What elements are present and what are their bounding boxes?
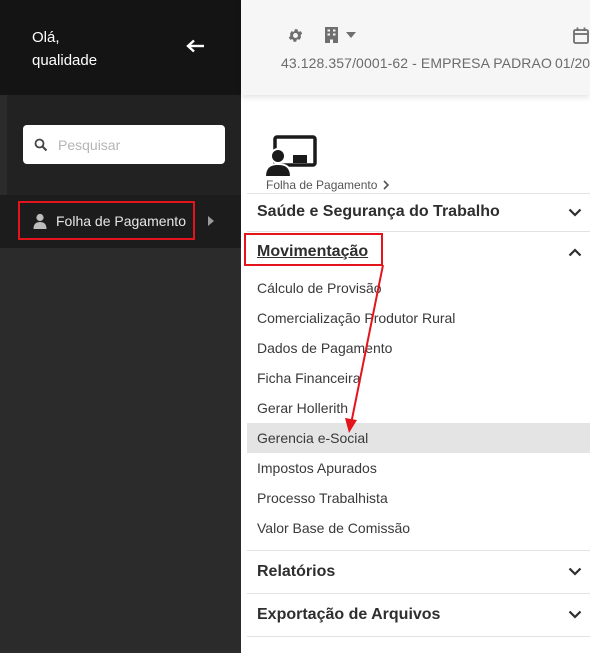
chevron-up-icon: [568, 247, 582, 256]
calendar-icon: [573, 27, 589, 44]
calendar-button[interactable]: [573, 27, 589, 49]
sidebar-item-label: Folha de Pagamento: [56, 212, 186, 229]
top-header: 43.128.357/0001-62 - EMPRESA PADRAO 01/2…: [241, 0, 590, 95]
section-relatorios[interactable]: Relatórios: [247, 553, 590, 590]
module-menu: Saúde e Segurança do Trabalho Movimentaç…: [244, 193, 590, 653]
chevron-down-icon: [568, 208, 582, 217]
submenu-item-comercializacao[interactable]: Comercialização Produtor Rural: [247, 303, 590, 333]
chevron-down-icon: [568, 567, 582, 576]
sidebar-edge: [0, 95, 7, 653]
sidebar-search-box[interactable]: [23, 125, 225, 164]
breadcrumb-item[interactable]: Folha de Pagamento: [266, 178, 377, 192]
submenu-item-dados-pagamento[interactable]: Dados de Pagamento: [247, 333, 590, 363]
settings-button[interactable]: [287, 27, 304, 49]
submenu-item-gerar-hollerith[interactable]: Gerar Hollerith: [247, 393, 590, 423]
submenu-item-processo-trabalhista[interactable]: Processo Trabalhista: [247, 483, 590, 513]
divider: [247, 636, 590, 637]
divider: [247, 593, 590, 594]
section-exportacao-arquivos[interactable]: Exportação de Arquivos: [247, 596, 590, 633]
chevron-right-icon: [383, 180, 390, 190]
greeting-line1: Olá,: [32, 29, 60, 46]
company-name: 43.128.357/0001-62 - EMPRESA PADRAO: [281, 55, 552, 71]
submenu-item-valor-base-comissao[interactable]: Valor Base de Comissão: [247, 513, 590, 543]
user-greeting: Olá, qualidade: [32, 26, 97, 72]
submenu-item-calculo-provisao[interactable]: Cálculo de Provisão: [247, 273, 590, 303]
submenu-item-gerencia-esocial[interactable]: Gerencia e-Social: [247, 423, 590, 453]
gear-icon: [288, 29, 303, 42]
divider: [247, 231, 590, 232]
arrow-left-icon: [186, 39, 204, 53]
divider: [247, 193, 590, 194]
sidebar-item-folha-de-pagamento[interactable]: Folha de Pagamento: [18, 201, 195, 240]
highlight-box: [244, 233, 383, 266]
section-saude-seguranca[interactable]: Saúde e Segurança do Trabalho: [247, 195, 590, 229]
sidebar-header: Olá, qualidade: [0, 0, 241, 95]
payroll-module-icon: [265, 135, 317, 177]
submenu-item-impostos-apurados[interactable]: Impostos Apurados: [247, 453, 590, 483]
greeting-username: qualidade: [32, 52, 98, 69]
collapse-sidebar-button[interactable]: [183, 35, 209, 57]
section-title: Exportação de Arquivos: [257, 605, 441, 623]
chevron-down-icon: [568, 610, 582, 619]
breadcrumb: Folha de Pagamento: [266, 178, 390, 192]
search-icon: [34, 138, 48, 151]
caret-down-icon: [346, 32, 356, 38]
section-title: Saúde e Segurança do Trabalho: [257, 203, 500, 220]
competence-date: 01/20: [555, 55, 590, 71]
section-title: Relatórios: [257, 562, 336, 580]
divider: [247, 550, 590, 551]
search-input[interactable]: [58, 136, 208, 153]
building-icon: [325, 27, 338, 43]
company-selector[interactable]: [325, 27, 356, 43]
submenu-item-ficha-financeira[interactable]: Ficha Financeira: [247, 363, 590, 393]
user-icon: [33, 213, 47, 229]
caret-right-icon[interactable]: [208, 216, 214, 226]
